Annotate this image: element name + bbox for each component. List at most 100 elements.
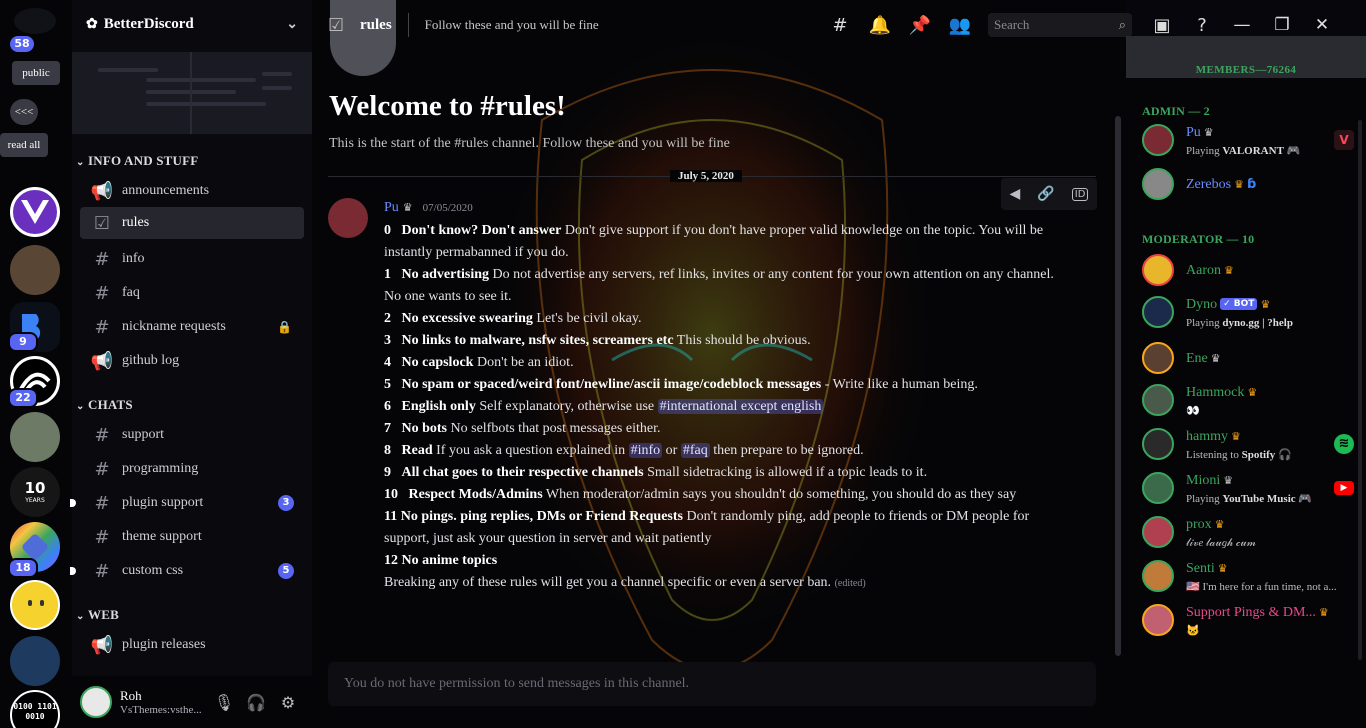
channel-nickname-requests[interactable]: # nickname requests 🔒 — [80, 311, 304, 343]
copy-id-icon[interactable]: ID — [1071, 187, 1089, 201]
members-count-header: MEMBERS—76264 — [1126, 36, 1366, 78]
message-content: 0 Don't know? Don't answer Don't give su… — [384, 220, 1054, 595]
status-emoji-icon: 🐱 — [1186, 625, 1200, 637]
bd-badge-icon: ɓ — [1246, 177, 1257, 192]
checkbox-icon: ☑ — [93, 212, 111, 234]
avatar[interactable] — [80, 686, 112, 718]
guild-icon-blob[interactable] — [10, 580, 60, 630]
crown-icon: ♛ — [1318, 606, 1329, 619]
deafen-icon[interactable]: 🎧 — [240, 686, 272, 718]
channel-github-log[interactable]: 📢 github log — [80, 345, 304, 377]
member-dyno[interactable]: Dyno ✓ BOT ♛ Playing dyno.gg | ?help — [1142, 292, 1358, 332]
channel-custom-css[interactable]: # custom css 5 — [70, 555, 304, 587]
inbox-icon[interactable]: ▣ — [1142, 15, 1182, 36]
scrollbar[interactable] — [1115, 116, 1121, 656]
avatar — [1142, 384, 1174, 416]
message-author[interactable]: Pu — [384, 200, 399, 216]
member-name: prox — [1186, 516, 1212, 532]
category-web[interactable]: ⌄ WEB — [76, 607, 119, 623]
hash-icon: # — [94, 526, 110, 548]
discord-home-icon[interactable] — [14, 8, 56, 34]
channel-mention[interactable]: #faq — [680, 443, 710, 458]
channel-mention[interactable]: #international except english — [657, 399, 824, 414]
guild-icon-10-years[interactable]: 10 YEARS — [10, 467, 60, 517]
user-info[interactable]: Roh VsThemes:vsthe... — [120, 688, 202, 716]
member-aaron[interactable]: Aaron ♛ — [1142, 250, 1358, 290]
rule-2: 2 No excessive swearing Let's be civil o… — [384, 311, 642, 326]
channel-label: announcements — [122, 183, 210, 198]
guild-icon-vm[interactable] — [10, 187, 60, 237]
channel-label: custom css — [122, 563, 184, 578]
channel-programming[interactable]: # programming — [80, 453, 304, 485]
channel-info[interactable]: # info — [80, 243, 304, 275]
rule-1: 1 No advertising Do not advertise any se… — [384, 267, 1054, 304]
rule-6: 6 English only Self explanatory, otherwi… — [384, 399, 824, 414]
read-all-button[interactable]: read all — [0, 133, 48, 157]
channel-label: support — [122, 427, 164, 442]
help-icon[interactable]: ? — [1182, 15, 1222, 36]
collapse-button[interactable]: <<< — [10, 99, 38, 125]
channel-label: nickname requests — [122, 319, 226, 334]
mute-mic-icon[interactable]: 🎙 — [208, 686, 240, 718]
member-zerebos[interactable]: Zerebos ♛ ɓ — [1142, 164, 1358, 204]
guild-icon-binary[interactable]: 0100 1101 0010 — [10, 690, 60, 728]
channel-support[interactable]: # support — [80, 419, 304, 451]
link-icon[interactable]: 🔗 — [1037, 186, 1054, 202]
maximize-icon[interactable]: ❐ — [1262, 15, 1302, 35]
guild-icon-portrait[interactable] — [10, 245, 60, 295]
crown-icon: ♛ — [1260, 298, 1271, 311]
category-label: CHATS — [88, 397, 133, 412]
public-button[interactable]: public — [12, 61, 60, 85]
channel-plugin-releases[interactable]: 📢 plugin releases — [80, 629, 304, 661]
category-info-and-stuff[interactable]: ⌄ INFO AND STUFF — [76, 153, 198, 169]
rule-12: 12 No anime topics — [384, 553, 498, 568]
channel-label: programming — [122, 461, 199, 476]
hash-lock-icon: # — [94, 316, 110, 338]
channel-mention[interactable]: #info — [628, 443, 663, 458]
close-icon[interactable]: ✕ — [1302, 15, 1342, 35]
channel-label: faq — [122, 285, 140, 300]
minimize-icon[interactable]: — — [1222, 15, 1262, 35]
member-pu[interactable]: Pu ♛ Playing VALORANT 🎮 V — [1142, 120, 1358, 160]
channel-topic[interactable]: Follow these and you will be fine — [425, 17, 599, 33]
member-mioni[interactable]: Mioni ♛ Playing YouTube Music 🎮 ▶ — [1142, 468, 1358, 508]
crown-icon: ♛ — [1234, 178, 1244, 191]
member-name: Aaron — [1186, 263, 1221, 278]
megaphone-icon: 📢 — [90, 634, 114, 656]
chevron-down-icon: ⌄ — [286, 16, 298, 32]
user-controls: 🎙 🎧 ⚙ — [208, 686, 304, 718]
channel-announcements[interactable]: 📢 announcements — [80, 175, 304, 207]
member-name: Dyno — [1186, 297, 1218, 312]
channel-faq[interactable]: # faq — [80, 277, 304, 309]
crown-icon: ♛ — [1224, 264, 1234, 277]
avatar[interactable] — [328, 198, 368, 238]
crown-icon: ♛ — [1223, 474, 1234, 487]
collapse-arrow-icon: ⌄ — [76, 611, 85, 622]
category-chats[interactable]: ⌄ CHATS — [76, 397, 133, 413]
rule-5: 5 No spam or spaced/weird font/newline/a… — [384, 377, 978, 392]
scrollbar[interactable] — [1358, 120, 1362, 660]
channel-theme-support[interactable]: # theme support — [80, 521, 304, 553]
channel-plugin-support[interactable]: # plugin support 3 — [70, 487, 304, 519]
megaphone-icon: 📢 — [90, 350, 114, 372]
member-support-pings[interactable]: Support Pings & DM... ♛ 🐱 — [1142, 600, 1358, 640]
reply-icon[interactable]: ◀ — [1010, 186, 1021, 202]
member-ene[interactable]: Ene ♛ — [1142, 338, 1358, 378]
hash-icon: # — [94, 282, 110, 304]
rule-0: 0 Don't know? Don't answer Don't give su… — [384, 223, 1044, 260]
member-hammock[interactable]: Hammock ♛ 👀 — [1142, 380, 1358, 420]
smile-icon — [28, 600, 32, 606]
member-prox[interactable]: prox ♛ 𝓁𝒾𝓋𝑒 𝓁𝒶𝓊𝑔𝒽 𝒸𝓊𝓂 — [1142, 512, 1358, 552]
guild-icon-astronaut[interactable] — [10, 636, 60, 686]
years-number: 10 — [24, 479, 46, 497]
channel-rules[interactable]: ☑ rules — [80, 207, 304, 239]
member-hammy[interactable]: hammy ♛ Listening to Spotify 🎧 ≋ — [1142, 424, 1358, 464]
gear-icon[interactable]: ⚙ — [272, 686, 304, 718]
rule-4: 4 No capslock Don't be an idiot. — [384, 355, 574, 370]
member-name: Ene — [1186, 351, 1208, 366]
channel-label: rules — [122, 215, 150, 230]
guild-icon-landscape[interactable] — [10, 412, 60, 462]
server-header[interactable]: ✿ BetterDiscord ⌄ — [72, 0, 312, 48]
member-senti[interactable]: Senti ♛ 🇺🇸 I'm here for a fun time, not a.… — [1142, 556, 1358, 596]
welcome-subtitle: This is the start of the #rules channel.… — [329, 136, 730, 151]
